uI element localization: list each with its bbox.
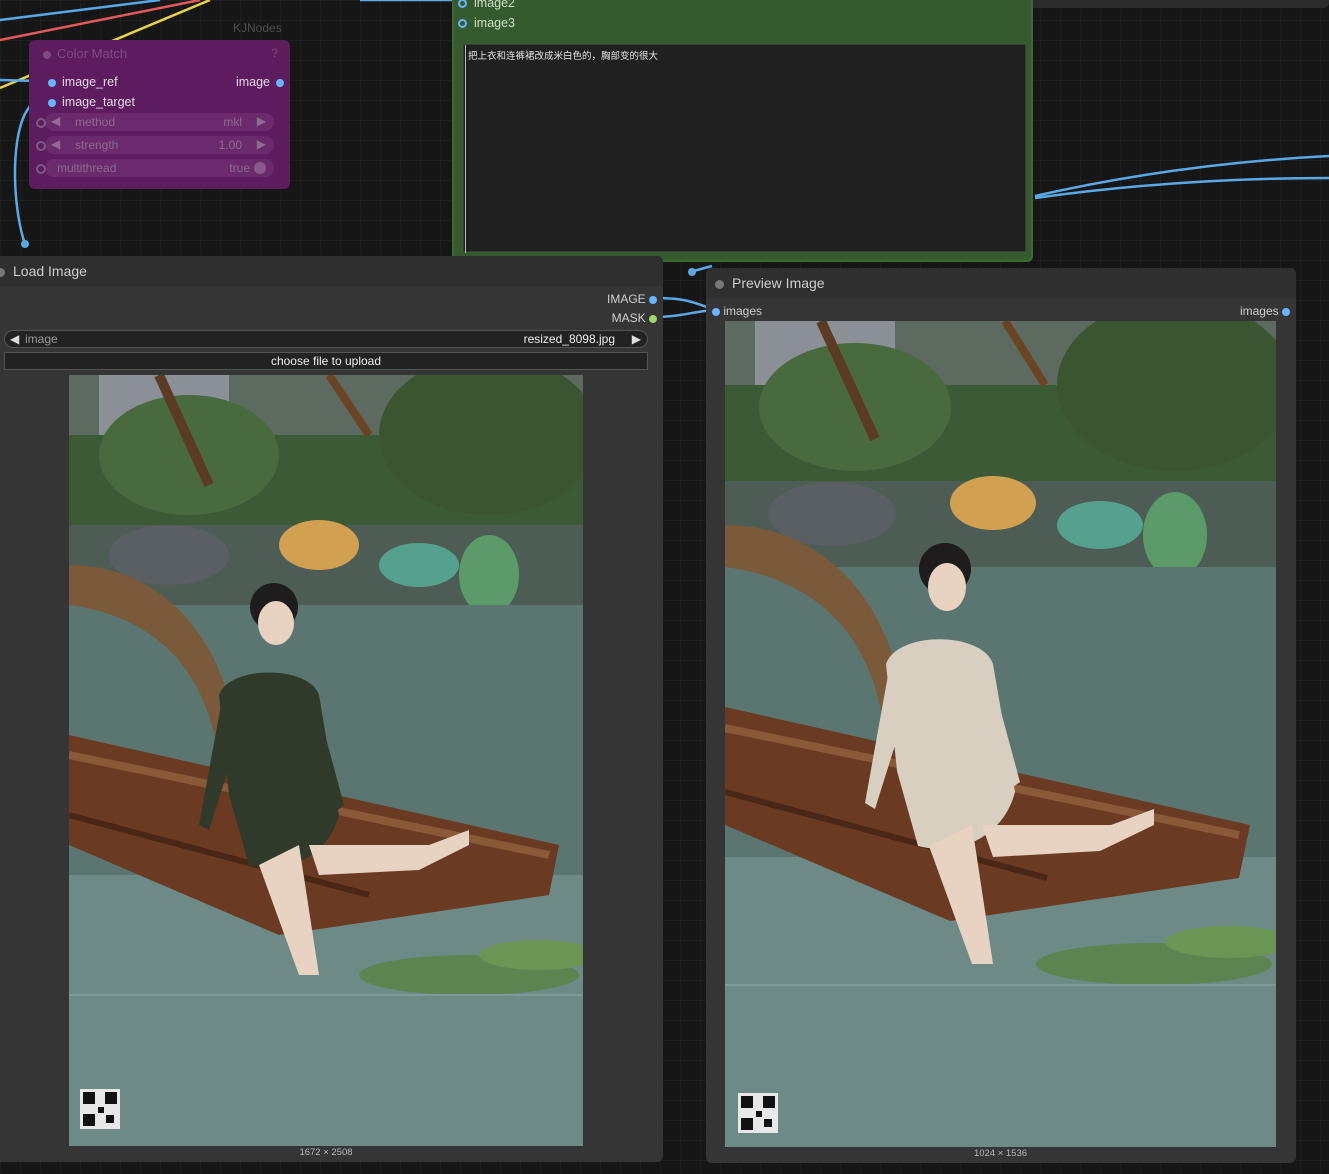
widget-strength[interactable]: ◀ strength 1.00 ▶ xyxy=(36,136,274,154)
qr-code-icon xyxy=(80,1089,120,1129)
color-match-node[interactable]: Color Match ? image_ref image image_targ… xyxy=(29,40,290,189)
input-image3[interactable]: image3 xyxy=(458,16,515,30)
wire-blue-top xyxy=(0,0,161,22)
output-socket-icon[interactable] xyxy=(276,78,284,87)
help-icon[interactable]: ? xyxy=(271,46,278,60)
arrow-left-icon[interactable]: ◀ xyxy=(51,114,60,128)
widget-socket-icon xyxy=(36,141,46,151)
preview-image-node[interactable]: Preview Image images images 1024 × 1536 xyxy=(706,268,1296,1163)
widget-socket-icon xyxy=(36,118,46,128)
wire-mask-to-preview xyxy=(653,308,715,319)
node-title[interactable]: Color Match xyxy=(43,46,127,61)
input-socket-icon[interactable] xyxy=(458,0,467,9)
output-images[interactable]: images xyxy=(1240,304,1290,318)
collapse-dot-icon[interactable] xyxy=(0,267,5,277)
input-socket-icon[interactable] xyxy=(48,78,56,87)
collapse-dot-icon[interactable] xyxy=(715,279,724,289)
prompt-text: 把上衣和连裤裙改成米白色的，胸部变的很大 xyxy=(468,51,659,62)
widget-socket-icon xyxy=(36,164,46,174)
input-image-target[interactable]: image_target xyxy=(29,95,290,113)
node-header[interactable] xyxy=(0,256,663,286)
input-image2[interactable]: image2 xyxy=(458,0,515,10)
input-images[interactable]: images xyxy=(712,304,762,318)
text-prompt-node[interactable]: image2 image3 把上衣和连裤裙改成米白色的，胸部变的很大 xyxy=(452,0,1033,262)
arrow-right-icon[interactable]: ▶ xyxy=(257,114,266,128)
upload-button[interactable]: choose file to upload xyxy=(4,352,648,370)
prompt-textarea[interactable]: 把上衣和连裤裙改成米白色的，胸部变的很大 xyxy=(463,44,1026,253)
node-tag-kjnodes: KJNodes xyxy=(233,21,282,35)
input-socket-icon[interactable] xyxy=(712,307,720,316)
input-image-ref[interactable]: image_ref image xyxy=(29,75,290,93)
wire-to-right-2 xyxy=(1034,176,1329,200)
widget-method[interactable]: ◀ method mkl ▶ xyxy=(36,113,274,131)
output-socket-icon[interactable] xyxy=(1282,307,1290,316)
load-image-node[interactable]: Load Image IMAGE MASK ◀ image resized_80… xyxy=(0,256,663,1162)
node-title[interactable]: Preview Image xyxy=(715,275,825,291)
output-socket-icon[interactable] xyxy=(649,295,657,304)
output-socket-icon[interactable] xyxy=(649,314,657,323)
collapse-dot-icon[interactable] xyxy=(43,50,51,59)
input-socket-icon[interactable] xyxy=(48,98,56,107)
source-image xyxy=(69,375,583,1146)
output-image[interactable]: IMAGE xyxy=(607,292,657,306)
arrow-left-icon[interactable]: ◀ xyxy=(51,137,60,151)
qr-code-icon xyxy=(738,1093,778,1133)
text-caret xyxy=(465,45,466,253)
wire-red xyxy=(0,0,201,42)
image-dimensions: 1672 × 2508 xyxy=(299,1147,353,1158)
wire-image-to-preview xyxy=(653,296,715,312)
toggle-icon[interactable] xyxy=(254,162,266,174)
wire-to-right-1 xyxy=(1034,154,1329,198)
preview-image xyxy=(725,321,1276,1147)
arrow-left-icon[interactable]: ◀ xyxy=(10,332,19,346)
arrow-right-icon[interactable]: ▶ xyxy=(632,332,641,346)
output-mask[interactable]: MASK xyxy=(612,311,657,325)
image-dimensions: 1024 × 1536 xyxy=(973,1148,1028,1159)
widget-multithread[interactable]: multithread true xyxy=(36,159,274,177)
node-title[interactable]: Load Image xyxy=(0,263,87,279)
image-combo[interactable]: ◀ image resized_8098.jpg ▶ xyxy=(4,330,648,348)
arrow-right-icon[interactable]: ▶ xyxy=(257,137,266,151)
input-socket-icon[interactable] xyxy=(458,19,467,29)
